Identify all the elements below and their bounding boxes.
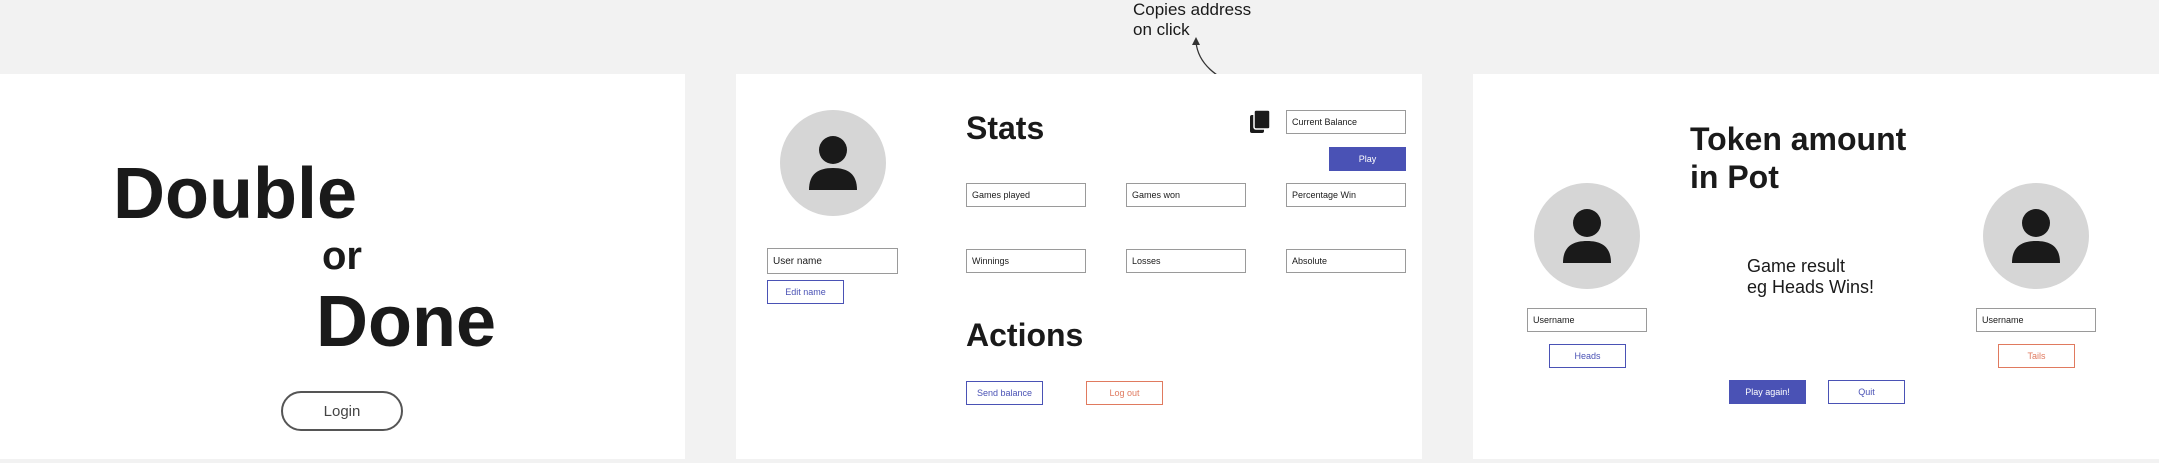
games-won-field: Games won (1126, 183, 1246, 207)
right-player-avatar (1983, 183, 2089, 289)
tails-button[interactable]: Tails (1998, 344, 2075, 368)
user-icon (2012, 209, 2060, 263)
losses-field: Losses (1126, 249, 1246, 273)
profile-screen: User name Edit name Stats Current Balanc… (736, 74, 1422, 459)
pot-heading: Token amount in Pot (1690, 120, 1906, 196)
username-field[interactable]: User name (767, 248, 898, 274)
copy-icon[interactable] (1249, 109, 1271, 135)
game-result-line-1: Game result (1747, 256, 1846, 276)
send-balance-label: Send balance (976, 388, 1033, 398)
logout-label: Log out (1109, 388, 1140, 398)
quit-label: Quit (1858, 387, 1875, 397)
games-played-field: Games played (966, 183, 1086, 207)
login-button[interactable]: Login (281, 391, 403, 431)
percentage-win-field: Percentage Win (1286, 183, 1406, 207)
pot-heading-line-1: Token amount (1690, 121, 1907, 157)
user-icon (809, 136, 857, 190)
pot-heading-line-2: in Pot (1690, 159, 1779, 195)
avatar (780, 110, 886, 216)
actions-heading: Actions (966, 317, 1084, 353)
login-button-label: Login (323, 402, 361, 420)
play-again-label: Play again! (1745, 387, 1790, 397)
absolute-field: Absolute (1286, 249, 1406, 273)
play-again-button[interactable]: Play again! (1729, 380, 1806, 404)
send-balance-button[interactable]: Send balance (966, 381, 1043, 405)
current-balance-field: Current Balance (1286, 110, 1406, 134)
heads-label: Heads (1574, 351, 1601, 361)
left-username-field: Username (1527, 308, 1647, 332)
heads-button[interactable]: Heads (1549, 344, 1626, 368)
copy-annotation: Copies address on click (1133, 0, 1251, 40)
login-screen: Double or Done Login (0, 74, 685, 459)
winnings-field: Winnings (966, 249, 1086, 273)
play-label: Play (1358, 154, 1377, 164)
game-screen: Token amount in Pot Game result eg Heads… (1473, 74, 2159, 459)
title-double: Double (113, 154, 357, 234)
play-button[interactable]: Play (1329, 147, 1406, 171)
user-icon (1563, 209, 1611, 263)
title-or: or (322, 234, 362, 278)
annotation-line-1: Copies address (1133, 0, 1252, 19)
edit-name-label: Edit name (785, 287, 826, 297)
quit-button[interactable]: Quit (1828, 380, 1905, 404)
right-username-field: Username (1976, 308, 2096, 332)
left-player-avatar (1534, 183, 1640, 289)
stats-heading: Stats (966, 110, 1045, 146)
game-result-line-2: eg Heads Wins! (1747, 277, 1875, 297)
tails-label: Tails (2027, 351, 2046, 361)
game-result: Game result eg Heads Wins! (1747, 256, 1874, 298)
logout-button[interactable]: Log out (1086, 381, 1163, 405)
edit-name-button[interactable]: Edit name (767, 280, 844, 304)
title-done: Done (316, 282, 496, 362)
